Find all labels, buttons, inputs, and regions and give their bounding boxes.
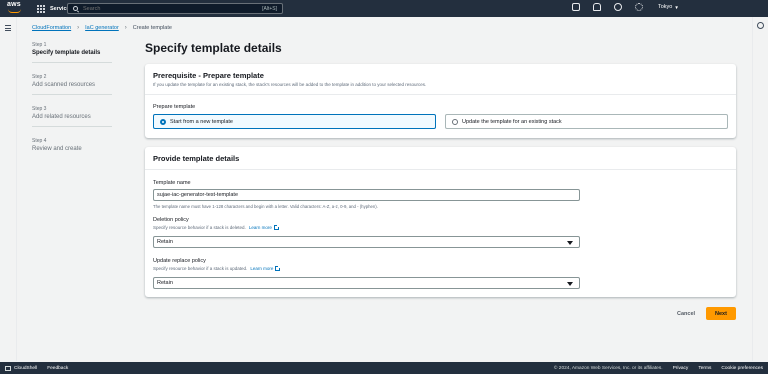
prepare-template-label: Prepare template bbox=[153, 104, 196, 110]
chevron-right-icon: › bbox=[124, 25, 127, 31]
step-1[interactable]: Step 1 Specify template details bbox=[32, 42, 112, 63]
region-selector[interactable]: Tokyo bbox=[658, 4, 672, 10]
prerequisite-container: Prerequisite - Prepare template If you u… bbox=[145, 64, 736, 138]
breadcrumb-cloudformation[interactable]: CloudFormation bbox=[32, 25, 71, 31]
template-name-label: Template name bbox=[153, 180, 191, 186]
update-policy-desc: Specify resource behavior if a stack is … bbox=[153, 266, 248, 271]
search-icon bbox=[73, 6, 78, 11]
external-link-icon[interactable] bbox=[275, 266, 281, 271]
deletion-policy-label: Deletion policy bbox=[153, 217, 189, 223]
template-name-input[interactable]: sujae-iac-generator-test-template bbox=[153, 189, 580, 201]
cloudshell-link[interactable]: CloudShell bbox=[14, 366, 37, 371]
cookie-preferences-link[interactable]: Cookie preferences bbox=[721, 366, 763, 371]
learn-more-link[interactable]: Learn more bbox=[250, 266, 273, 271]
template-details-container: Provide template details Template name s… bbox=[145, 147, 736, 297]
terms-link[interactable]: Terms bbox=[698, 366, 711, 371]
breadcrumb-current: Create template bbox=[132, 25, 172, 31]
next-button[interactable]: Next bbox=[706, 307, 736, 320]
step-4: Step 4 Review and create bbox=[32, 138, 82, 152]
learn-more-link[interactable]: Learn more bbox=[249, 225, 272, 230]
option-existing-stack[interactable]: Update the template for an existing stac… bbox=[445, 114, 728, 129]
caret-down-icon[interactable]: ▼ bbox=[674, 5, 678, 10]
update-policy-label: Update replace policy bbox=[153, 258, 206, 264]
cloudshell-icon[interactable] bbox=[5, 365, 11, 371]
cloudshell-icon[interactable] bbox=[572, 3, 580, 11]
help-icon[interactable] bbox=[614, 3, 622, 11]
page-title: Specify template details bbox=[145, 41, 282, 55]
menu-icon[interactable] bbox=[5, 25, 11, 33]
breadcrumb-iac-generator[interactable]: IaC generator bbox=[85, 25, 119, 31]
details-title: Provide template details bbox=[153, 154, 240, 163]
cancel-button[interactable]: Cancel bbox=[670, 308, 702, 320]
deletion-policy-select[interactable]: Retain bbox=[153, 236, 580, 248]
template-name-hint: The template name must have 1-128 charac… bbox=[153, 204, 378, 209]
top-navigation: aws Services [Alt+S] Tokyo ▼ bbox=[0, 0, 768, 17]
chevron-right-icon: › bbox=[77, 25, 80, 31]
external-link-icon[interactable] bbox=[273, 225, 279, 230]
copyright: © 2024, Amazon Web Services, Inc. or its… bbox=[553, 365, 663, 371]
step-3: Step 3 Add related resources bbox=[32, 106, 112, 127]
breadcrumb: CloudFormation › IaC generator › Create … bbox=[32, 25, 172, 31]
feedback-link[interactable]: Feedback bbox=[47, 366, 68, 371]
search-input[interactable] bbox=[83, 5, 233, 12]
nav-icons: Tokyo ▼ bbox=[572, 3, 679, 11]
aws-logo[interactable]: aws bbox=[5, 0, 27, 17]
deletion-policy-desc: Specify resource behavior if a stack is … bbox=[153, 225, 246, 230]
radio-existing-stack[interactable] bbox=[452, 118, 458, 125]
clock-icon[interactable] bbox=[757, 22, 764, 29]
caret-down-icon bbox=[567, 241, 573, 245]
right-tools-strip bbox=[752, 17, 768, 361]
privacy-link[interactable]: Privacy bbox=[673, 366, 689, 371]
search-bar[interactable]: [Alt+S] bbox=[67, 3, 283, 14]
gear-icon[interactable] bbox=[635, 3, 643, 11]
step-2: Step 2 Add scanned resources bbox=[32, 74, 112, 95]
footer: CloudShell Feedback © 2024, Amazon Web S… bbox=[0, 362, 768, 374]
option-new-template[interactable]: Start from a new template bbox=[153, 114, 436, 129]
radio-new-template[interactable] bbox=[160, 118, 166, 125]
update-policy-select[interactable]: Retain bbox=[153, 277, 580, 289]
bell-icon[interactable] bbox=[593, 3, 601, 11]
prerequisite-subtitle: If you update the template for an existi… bbox=[153, 82, 427, 87]
search-shortcut: [Alt+S] bbox=[262, 5, 277, 12]
prerequisite-title: Prerequisite - Prepare template bbox=[153, 71, 264, 80]
wizard-steps: Step 1 Specify template details Step 2 A… bbox=[32, 42, 112, 163]
services-grid-icon[interactable] bbox=[37, 4, 45, 13]
left-nav-strip bbox=[0, 17, 17, 361]
caret-down-icon bbox=[567, 282, 573, 286]
